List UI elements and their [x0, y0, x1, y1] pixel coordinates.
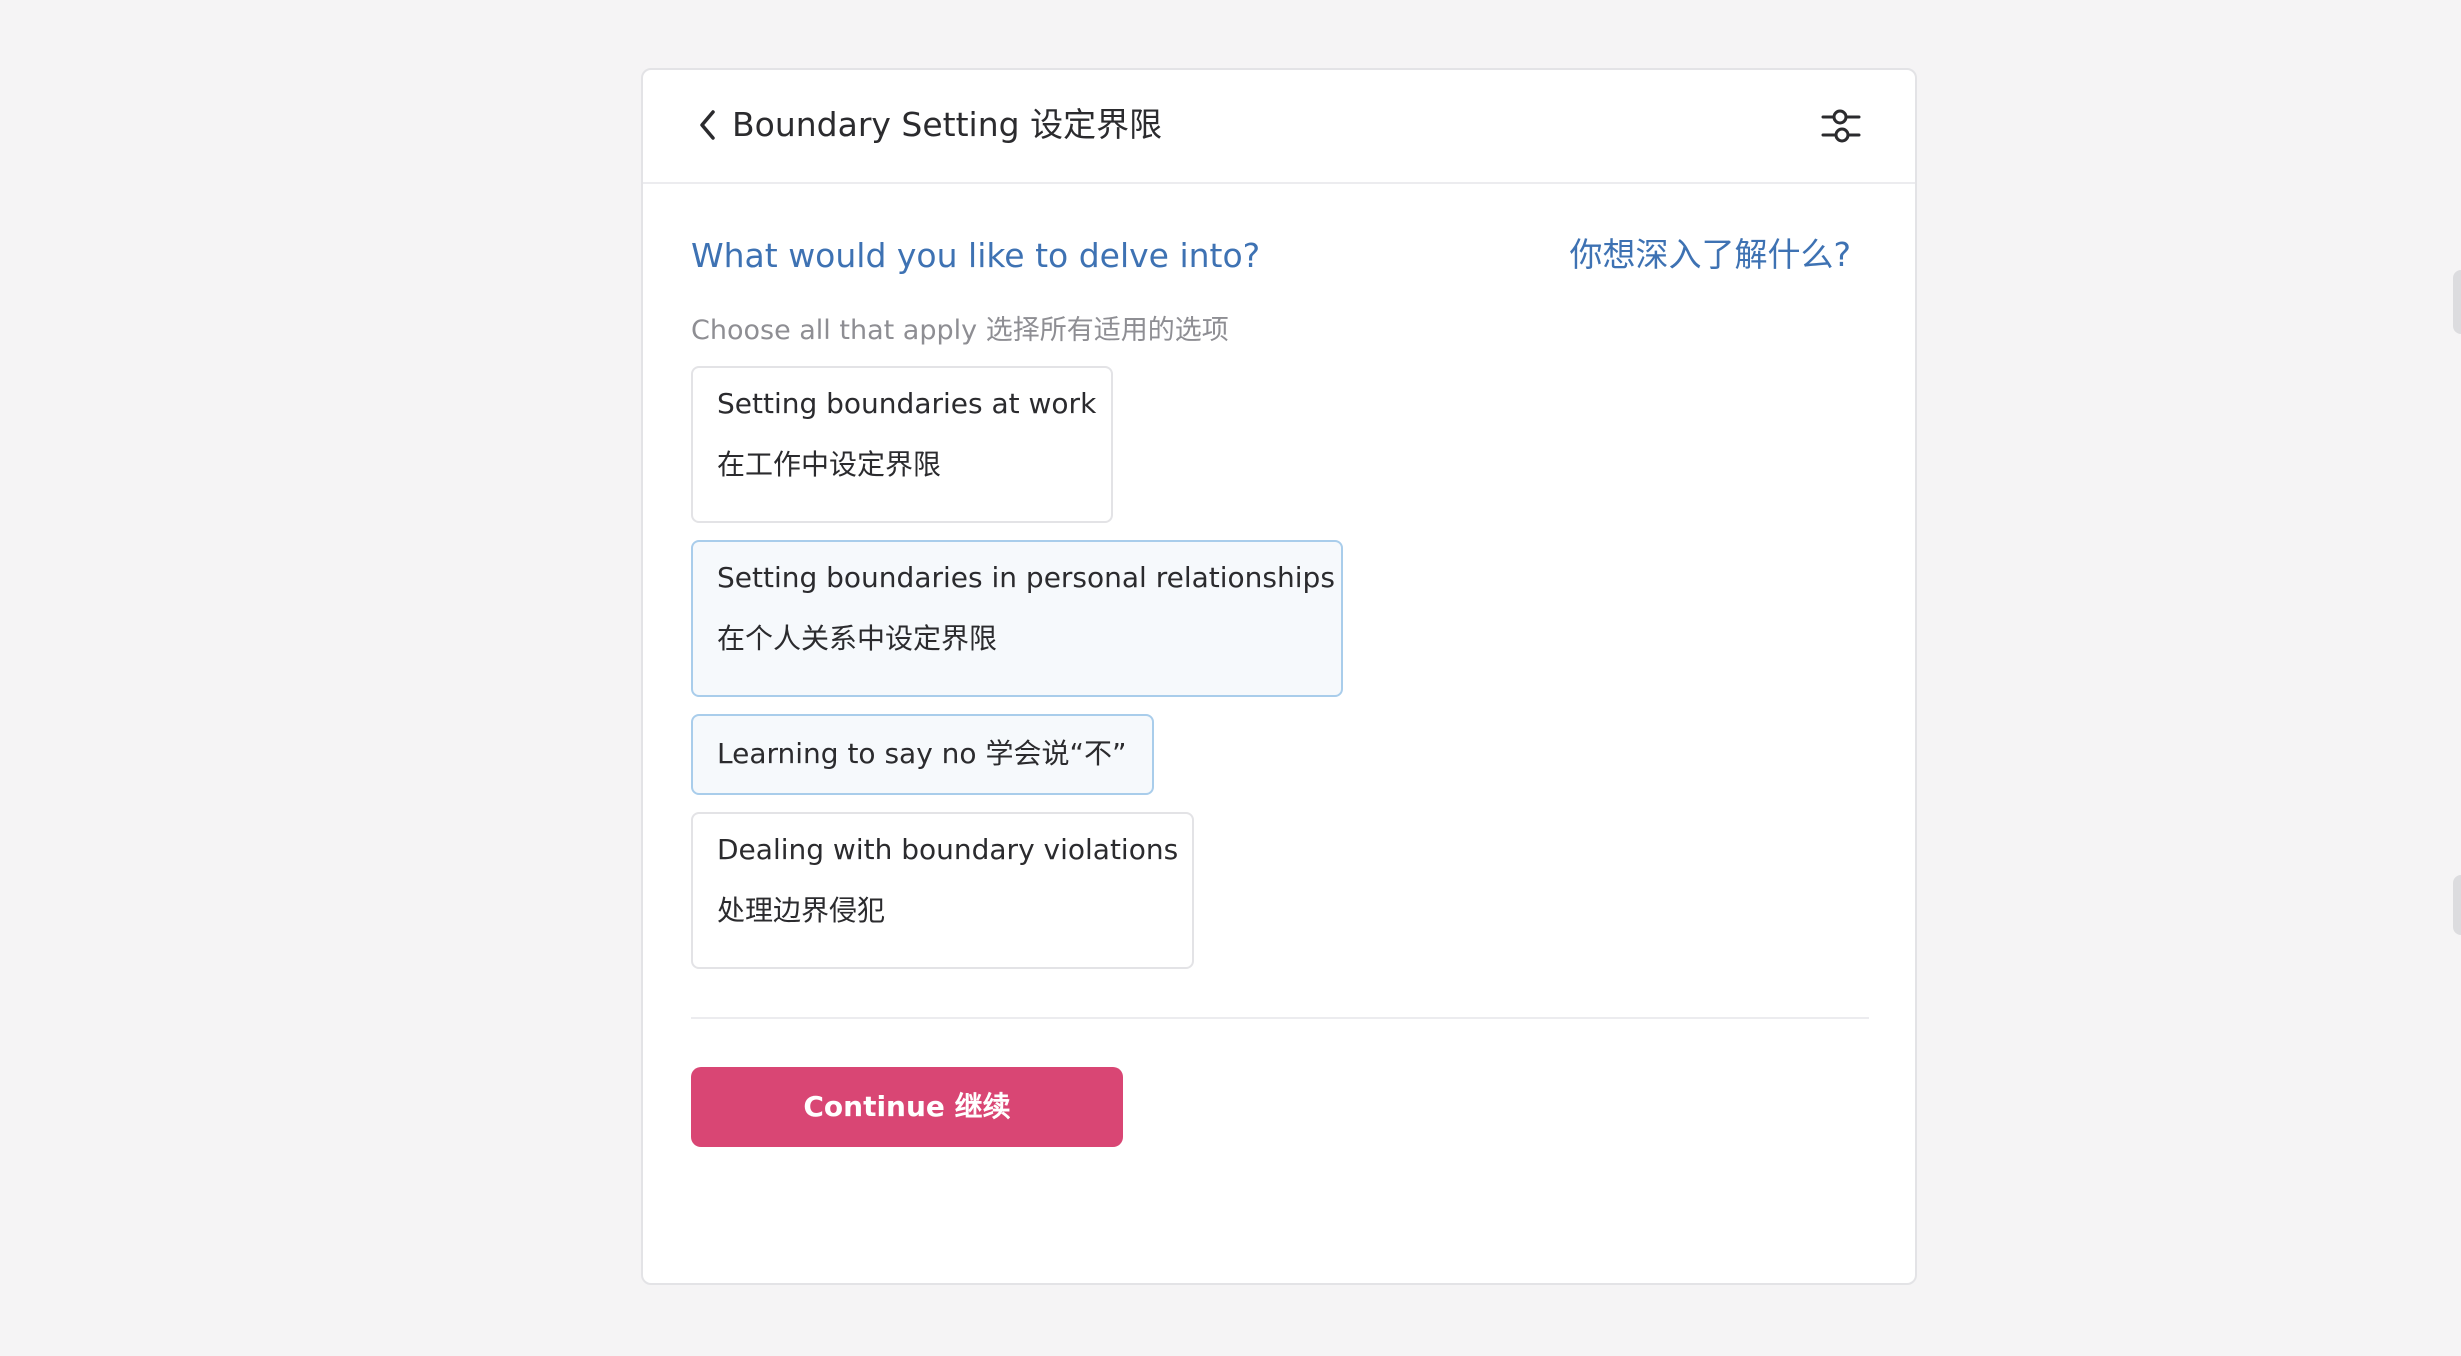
question-text-zh: 你想深入了解什么? — [1569, 235, 1851, 274]
option-personal-relationships[interactable]: Setting boundaries in personal relations… — [691, 540, 1343, 697]
page-title: Boundary Setting 设定界限 — [732, 105, 1163, 144]
continue-button[interactable]: Continue 继续 — [691, 1067, 1123, 1147]
option-say-no[interactable]: Learning to say no 学会说“不” — [691, 714, 1154, 795]
card-header: Boundary Setting 设定界限 — [643, 70, 1915, 184]
back-button[interactable] — [683, 100, 733, 150]
option-label-en: Dealing with boundary violations — [717, 833, 1179, 866]
scrollbar-edge-bottom — [2453, 875, 2461, 935]
option-work-boundaries[interactable]: Setting boundaries at work 在工作中设定界限 — [691, 366, 1113, 523]
settings-button[interactable] — [1819, 104, 1863, 148]
option-label-en: Learning to say no 学会说“不” — [717, 737, 1127, 770]
option-label-en: Setting boundaries in personal relations… — [717, 561, 1335, 594]
boundary-setting-card: Boundary Setting 设定界限 What would you lik… — [641, 68, 1917, 1285]
option-label-zh: 处理边界侵犯 — [717, 894, 886, 927]
option-label-en: Setting boundaries at work — [717, 387, 1097, 420]
choose-all-hint: Choose all that apply 选择所有适用的选项 — [691, 315, 1229, 346]
chevron-left-icon — [700, 110, 715, 140]
option-boundary-violations[interactable]: Dealing with boundary violations 处理边界侵犯 — [691, 812, 1194, 969]
option-label-zh: 在工作中设定界限 — [717, 448, 942, 481]
sliders-icon — [1821, 109, 1861, 143]
scrollbar-edge-top — [2453, 270, 2461, 334]
option-label-zh: 在个人关系中设定界限 — [717, 622, 998, 655]
divider — [691, 1017, 1869, 1019]
question-text-en: What would you like to delve into? — [691, 236, 1261, 275]
